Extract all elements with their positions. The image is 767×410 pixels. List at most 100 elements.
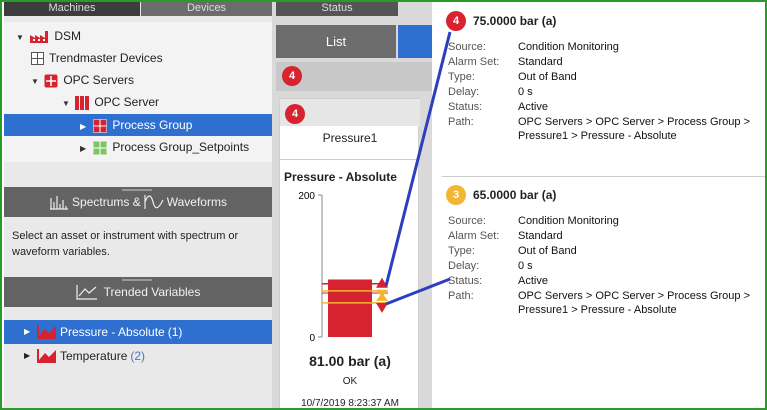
alarm-detail-danger[interactable]: 4 75.0000 bar (a) Source: Condition Monit…: [442, 10, 765, 160]
prop-value: 0 s: [518, 260, 533, 272]
tree-node-dsm[interactable]: ▼ DSM: [16, 25, 81, 47]
prop-value: Active: [518, 275, 548, 287]
tree-node-trendmaster[interactable]: Trendmaster Devices: [31, 47, 163, 69]
opc-servers-icon: [44, 74, 58, 88]
expand-arrow-icon[interactable]: ▶: [24, 320, 30, 344]
y-tick-label-max: 200: [298, 191, 315, 202]
prop-key: Alarm Set:: [448, 56, 500, 68]
expand-arrow-icon[interactable]: ▼: [31, 71, 41, 93]
alarm-row-status: Status: Active: [448, 100, 765, 114]
alarm-row-status: Status: Active: [448, 274, 765, 288]
alarm-detail-alert[interactable]: 3 65.0000 bar (a) Source: Condition Monit…: [442, 184, 765, 334]
device-tree: ▼ DSM Trendmaster Devices ▼ OPC Servers: [4, 22, 272, 162]
middle-panel: Status List 4 4 Pressure1 Pressure - Abs…: [272, 2, 432, 409]
alarm-count-badge: 4: [282, 66, 302, 86]
top-tabs: Machines Devices: [4, 2, 272, 20]
tree-node-opc-servers[interactable]: ▼ OPC Servers: [31, 69, 134, 91]
threshold-down-marker: [376, 302, 388, 313]
alarm-summary-bar[interactable]: 4: [276, 62, 432, 91]
expand-arrow-icon[interactable]: ▶: [24, 344, 30, 368]
alarm-row-path: Path: OPC Servers > OPC Server > Process …: [448, 289, 765, 317]
alarm-level-badge: 4: [446, 11, 466, 31]
prop-key: Status:: [448, 275, 483, 287]
factory-icon: [30, 30, 49, 43]
tab-machines[interactable]: Machines: [4, 2, 140, 16]
spectrum-empty-message: Select an asset or instrument with spect…: [12, 230, 239, 258]
trend-item-pressure[interactable]: ▶ Pressure - Absolute (1): [4, 320, 272, 344]
tree-label: OPC Servers: [63, 73, 135, 87]
prop-key: Alarm Set:: [448, 230, 500, 242]
alarm-row-alarm-set: Alarm Set: Standard: [448, 55, 765, 69]
prop-value: Standard: [518, 56, 563, 68]
alarm-row-type: Type: Out of Band: [448, 70, 765, 84]
value-timestamp: 10/7/2019 8:23:37 AM: [301, 398, 399, 409]
threshold-up-marker: [376, 277, 388, 288]
alarm-row-source: Source: Condition Monitoring: [448, 40, 765, 54]
alarm-setpoint: 75.0000 bar (a): [473, 14, 557, 28]
alarm-properties: Source: Condition Monitoring Alarm Set: St…: [448, 214, 765, 318]
prop-key: Path:: [448, 290, 474, 302]
prop-value: OPC Servers > OPC Server > Process Group…: [518, 290, 750, 316]
tab-devices[interactable]: Devices: [141, 2, 272, 16]
alarm-row-path: Path: OPC Servers > OPC Server > Process …: [448, 115, 765, 143]
list-view-button[interactable]: List: [276, 25, 396, 58]
trended-variables-header[interactable]: Trended Variables: [4, 277, 272, 307]
trend-item-temperature[interactable]: ▶ Temperature (2): [4, 344, 272, 368]
card-alarm-badge: 4: [285, 104, 305, 124]
trend-chart-icon: [76, 285, 97, 300]
prop-key: Delay:: [448, 260, 480, 272]
prop-key: Delay:: [448, 86, 480, 98]
prop-value: Active: [518, 101, 548, 113]
alarm-details-panel: 4 75.0000 bar (a) Source: Condition Monit…: [432, 2, 765, 408]
tree-node-process-group[interactable]: ▶ Process Group: [4, 114, 272, 136]
alarm-setpoint: 65.0000 bar (a): [473, 188, 557, 202]
spectrum-icon: [50, 196, 69, 210]
trend-item-label: Temperature: [60, 349, 128, 363]
resize-grip[interactable]: [122, 189, 152, 191]
prop-key: Status:: [448, 101, 483, 113]
prop-key: Type:: [448, 245, 475, 257]
waveform-icon: [144, 195, 164, 209]
trend-red-icon: [37, 349, 56, 363]
prop-value: Condition Monitoring: [518, 41, 619, 53]
value-bar: [328, 279, 372, 337]
spectrums-waveforms-header[interactable]: Spectrums & Waveforms: [4, 187, 272, 217]
app-window: Machines Devices ▼ DSM Trendmaster Devic…: [0, 0, 767, 410]
alarm-row-type: Type: Out of Band: [448, 244, 765, 258]
expand-arrow-icon[interactable]: ▼: [16, 27, 26, 49]
collapse-arrow-icon[interactable]: ▶: [80, 116, 90, 138]
expand-arrow-icon[interactable]: ▼: [62, 93, 72, 115]
group-red-icon: [93, 119, 108, 133]
tree-label: DSM: [54, 29, 82, 43]
alarm-row-delay: Delay: 0 s: [448, 259, 765, 273]
tree-label: Process Group_Setpoints: [112, 140, 250, 154]
tab-status[interactable]: Status: [276, 2, 398, 16]
prop-key: Source:: [448, 41, 486, 53]
card-divider: [280, 159, 420, 160]
collapse-arrow-icon[interactable]: ▶: [80, 138, 90, 160]
value-status: OK: [342, 376, 358, 387]
prop-value: Out of Band: [518, 245, 577, 257]
group-green-icon: [93, 141, 107, 155]
threshold-down-marker: [376, 292, 388, 301]
current-value: 81.00 bar (a): [309, 353, 391, 369]
alarm-level-badge: 3: [446, 185, 466, 205]
resize-grip[interactable]: [122, 279, 152, 281]
alarm-row-source: Source: Condition Monitoring: [448, 214, 765, 228]
prop-value: Out of Band: [518, 71, 577, 83]
alarm-row-delay: Delay: 0 s: [448, 85, 765, 99]
variable-card[interactable]: 4 Pressure1 Pressure - Absolute 200 0 81…: [279, 98, 420, 409]
trended-variables-label: Trended Variables: [103, 285, 201, 299]
alarm-divider: [442, 176, 765, 177]
prop-key: Path:: [448, 116, 474, 128]
card-measurement-name: Pressure - Absolute: [284, 170, 397, 184]
view-toggle[interactable]: [398, 25, 432, 58]
prop-value: 0 s: [518, 86, 533, 98]
tree-node-opc-server[interactable]: ▼ OPC Server: [62, 91, 159, 113]
tree-node-process-group-setpoints[interactable]: ▶ Process Group_Setpoints: [80, 136, 249, 158]
trend-item-count: (2): [130, 349, 146, 363]
trend-red-icon: [37, 325, 56, 339]
spectrums-label: Spectrums &: [72, 195, 141, 209]
card-point-name: Pressure1: [322, 131, 378, 145]
tree-label: OPC Server: [94, 95, 160, 109]
